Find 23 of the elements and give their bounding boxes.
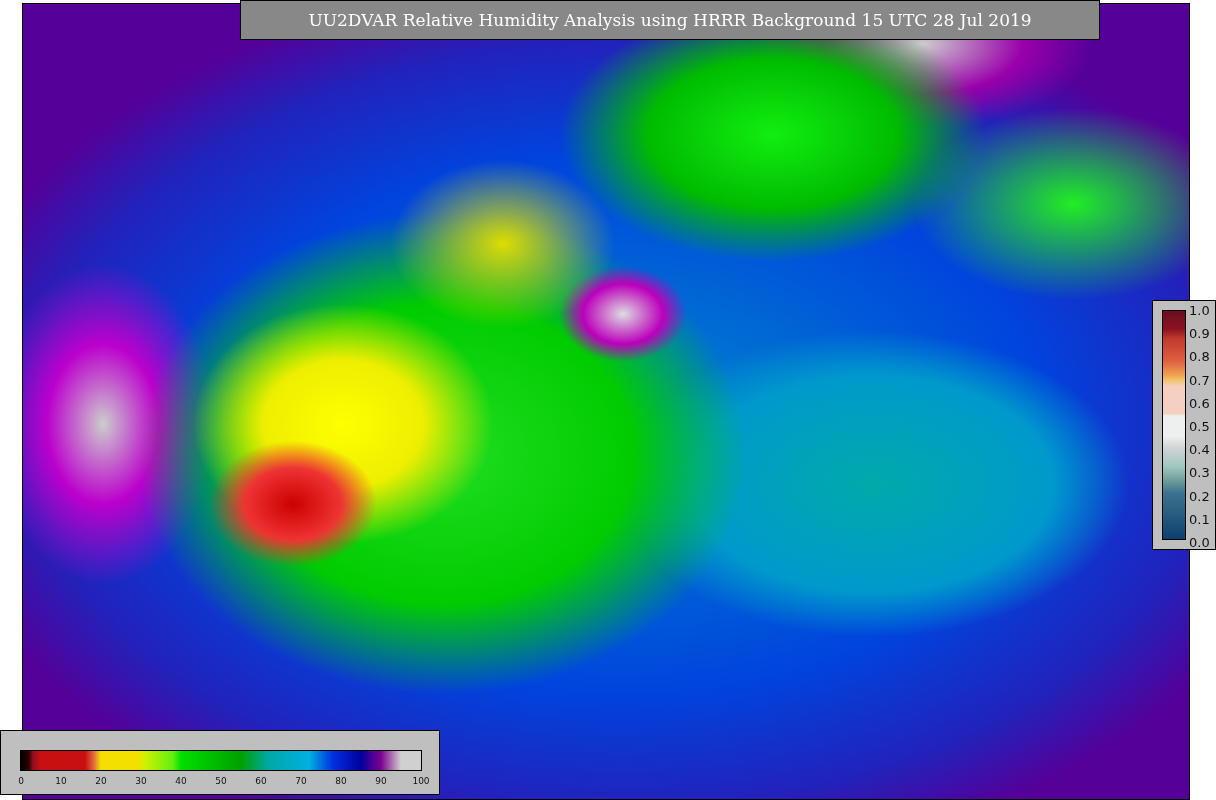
tick-label: 0.2	[1189, 488, 1210, 505]
tick-label: 20	[94, 775, 108, 787]
tick-label: 10	[54, 775, 68, 787]
tick-label: 0	[17, 775, 25, 787]
tick-label: 0.5	[1189, 418, 1210, 435]
tick-label: 60	[254, 775, 268, 787]
map-title: UU2DVAR Relative Humidity Analysis using HRRR Background 15 UTC 28 Jul 2019	[240, 0, 1100, 40]
tick-label: 0.3	[1189, 465, 1210, 482]
tick-label: 0.9	[1189, 326, 1210, 343]
tick-label: 1.0	[1189, 303, 1210, 319]
tick-label: 80	[334, 775, 348, 787]
tick-label: 100	[411, 775, 431, 787]
tick-label: 50	[214, 775, 228, 787]
tick-label: 0.1	[1189, 511, 1210, 528]
tick-label: 90	[374, 775, 388, 787]
tick-label: 0.7	[1189, 372, 1210, 389]
tick-label: 0.8	[1189, 349, 1210, 366]
tick-label: 0.6	[1189, 395, 1210, 412]
tick-label: 0.0	[1189, 534, 1210, 551]
tick-label: 30	[134, 775, 148, 787]
tick-label: 40	[174, 775, 188, 787]
tick-label: 0.4	[1189, 442, 1210, 459]
tick-label: 70	[294, 775, 308, 787]
